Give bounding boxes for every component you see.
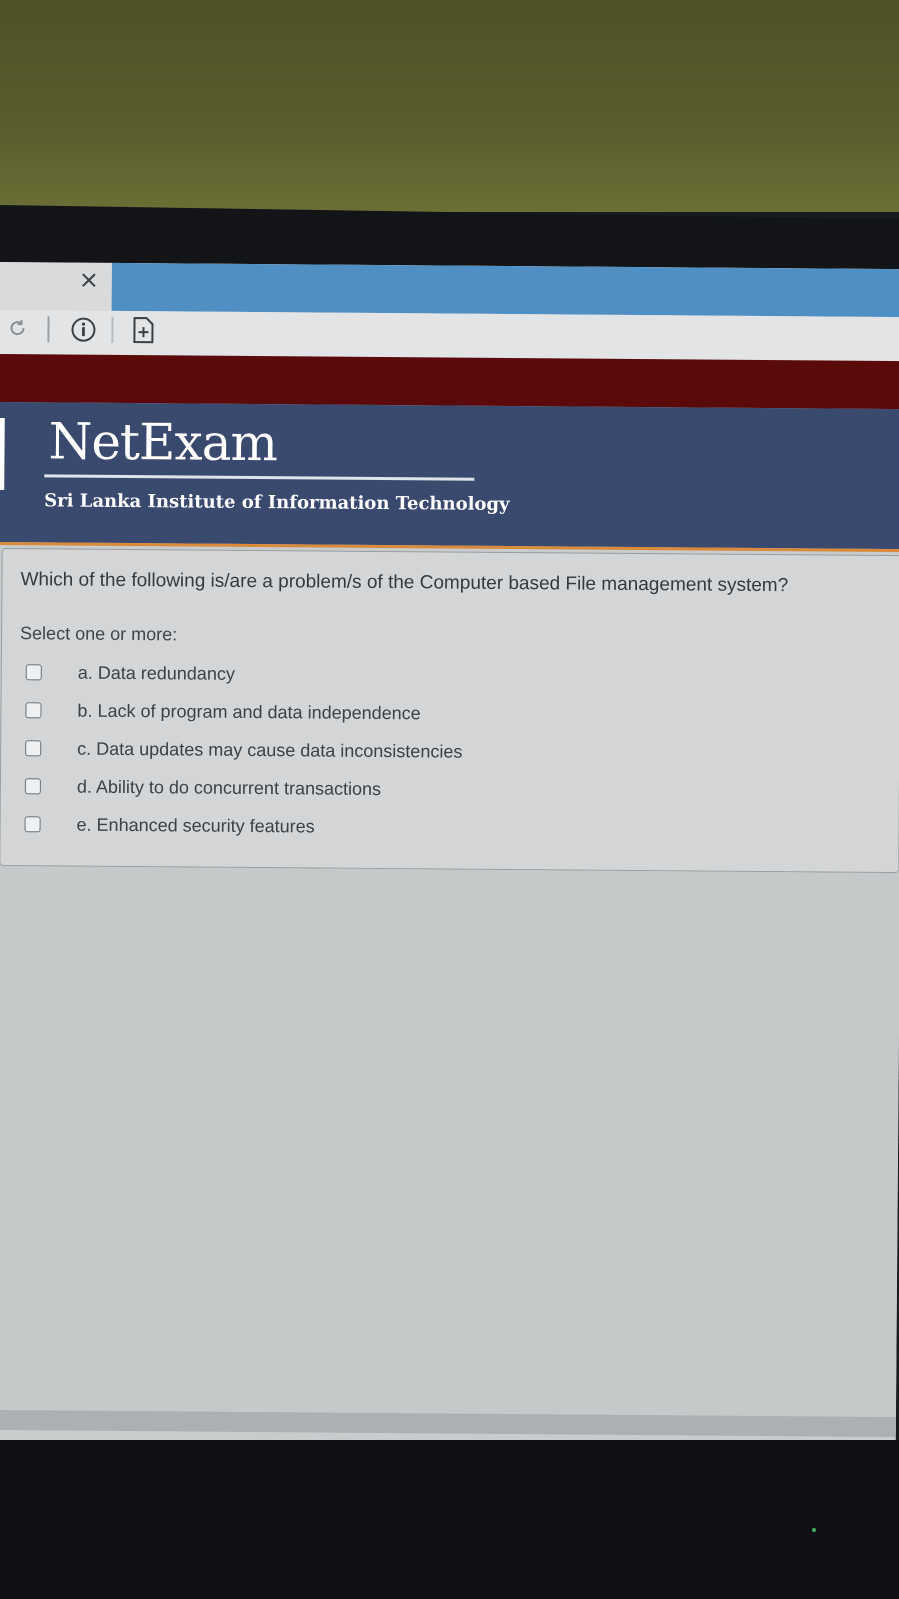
reload-icon[interactable] xyxy=(5,316,29,340)
institute-name: Sri Lanka Institute of Information Techn… xyxy=(44,490,510,516)
checkbox[interactable] xyxy=(25,702,42,719)
answer-prompt: Select one or more: xyxy=(20,623,178,645)
monitor-bezel-bottom xyxy=(0,1440,899,1599)
active-tab[interactable] xyxy=(111,262,899,318)
screen: × NetExam Sri Lanka Institute of Informa… xyxy=(0,262,899,1450)
page-add-icon[interactable] xyxy=(131,315,155,345)
address-divider xyxy=(111,316,114,343)
option-label[interactable]: c. Data updates may cause data inconsist… xyxy=(77,738,462,762)
checkbox[interactable] xyxy=(24,816,41,833)
checkbox[interactable] xyxy=(25,664,42,681)
close-icon: × xyxy=(78,265,100,294)
checkbox[interactable] xyxy=(25,740,42,757)
address-bar xyxy=(0,309,899,362)
brand-logo-text: NetExam xyxy=(48,412,278,473)
question-text: Which of the following is/are a problem/… xyxy=(20,569,789,597)
browser-tab-strip: × xyxy=(0,262,899,318)
checkbox[interactable] xyxy=(24,778,41,795)
close-tab-button[interactable]: × xyxy=(78,265,100,294)
site-header: NetExam Sri Lanka Institute of Informati… xyxy=(0,401,899,550)
power-led xyxy=(812,1528,816,1532)
option-label[interactable]: e. Enhanced security features xyxy=(77,814,315,837)
option-label[interactable]: d. Ability to do concurrent transactions xyxy=(77,776,381,799)
site-info-icon[interactable] xyxy=(69,316,97,344)
top-banner xyxy=(0,353,899,410)
header-logo-edge xyxy=(0,417,5,491)
option-label[interactable]: a. Data redundancy xyxy=(78,662,235,684)
question-panel: Which of the following is/are a problem/… xyxy=(0,548,899,874)
page-body xyxy=(0,865,899,1434)
background-wall xyxy=(0,0,899,212)
answer-option-e[interactable]: e. Enhanced security features xyxy=(18,805,878,850)
brand-underline xyxy=(44,474,475,481)
option-label[interactable]: b. Lack of program and data independence xyxy=(77,700,420,724)
answer-options: a. Data redundancy b. Lack of program an… xyxy=(18,653,879,850)
address-divider xyxy=(47,316,50,343)
